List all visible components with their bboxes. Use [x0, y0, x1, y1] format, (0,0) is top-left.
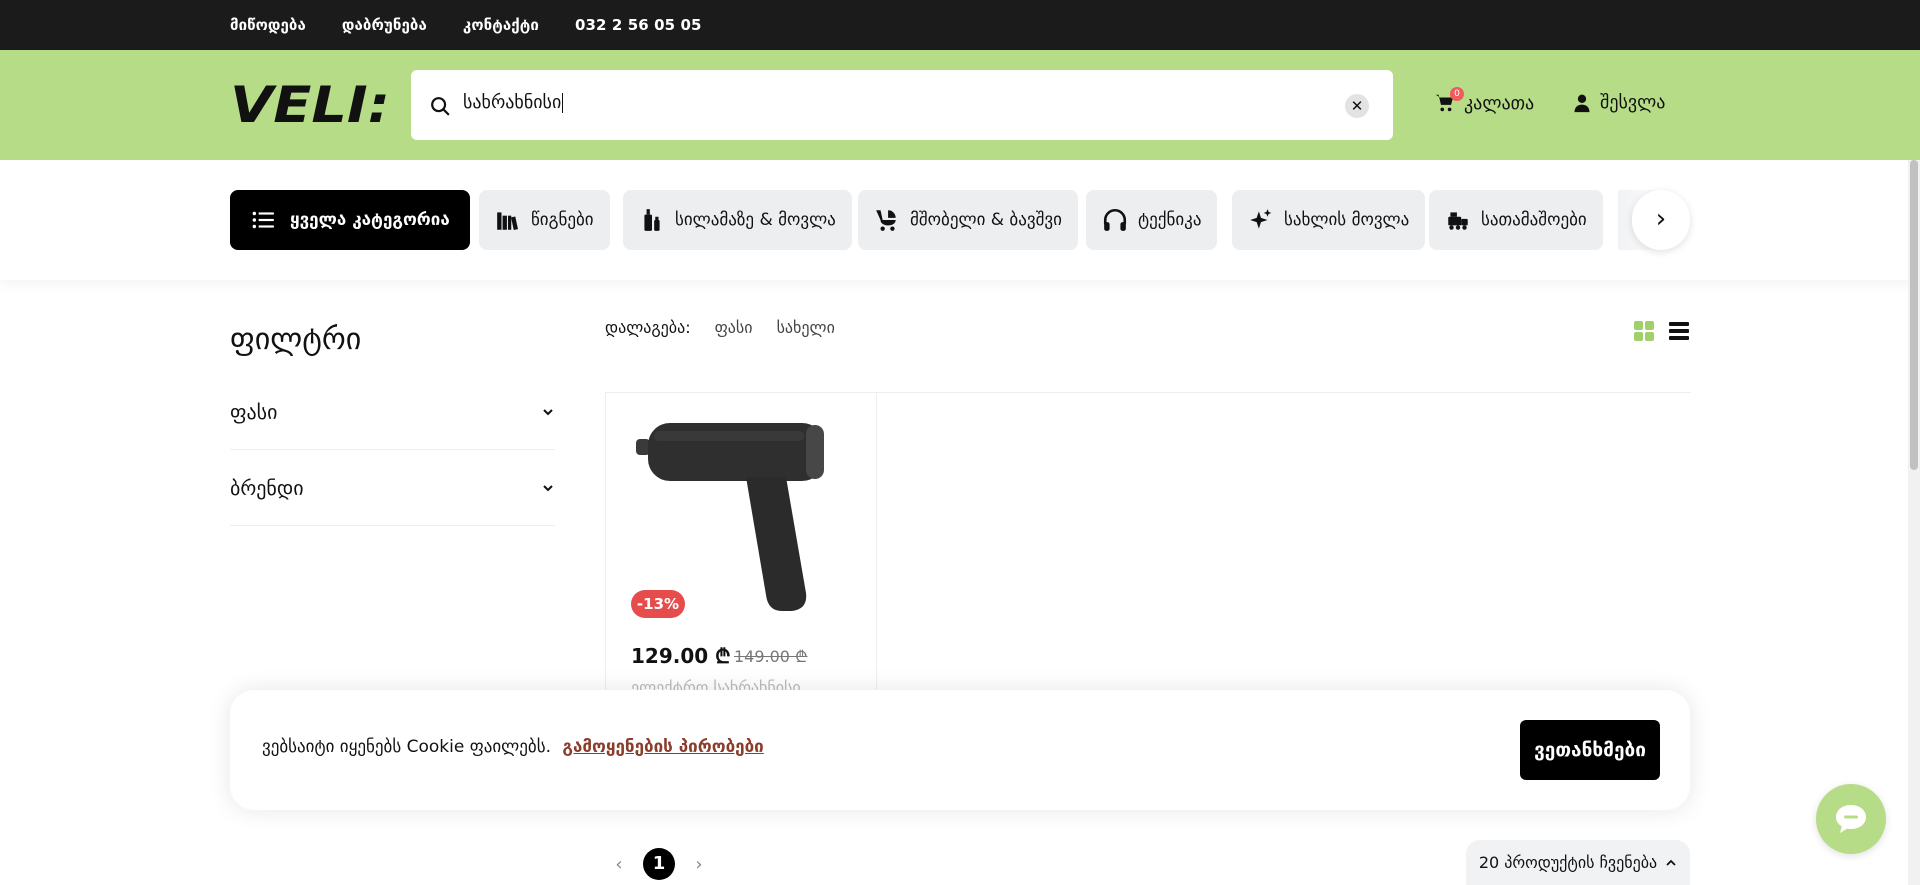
category-label: მშობელი & ბავშვი — [910, 210, 1062, 230]
cart-button[interactable]: 0 კალათა — [1434, 87, 1535, 114]
category-books[interactable]: წიგნები — [479, 190, 610, 250]
list-view-icon[interactable] — [1668, 320, 1690, 342]
cart-label: კალათა — [1464, 92, 1535, 114]
stroller-icon — [876, 210, 896, 231]
sort-bar: დალაგება: ფასი სახელი — [605, 318, 835, 337]
per-page-label: 20 პროდუქტის ჩვენება — [1478, 853, 1658, 872]
returns-link[interactable]: დაბრუნება — [342, 16, 427, 34]
contact-link[interactable]: კონტაქტი — [463, 16, 539, 34]
cookie-text-wrapper: ვებსაიტი იყენებს Cookie ფაილებს. გამოყენ… — [262, 737, 764, 757]
category-beauty[interactable]: სილამაზე & მოვლა — [623, 190, 852, 250]
filter-price-label: ფასი — [230, 399, 278, 424]
product-price: 129.00 ₾ — [631, 644, 731, 668]
chevron-down-icon — [543, 408, 553, 415]
category-label: სახლის მოვლა — [1284, 210, 1410, 230]
terms-link[interactable]: გამოყენების პირობები — [562, 737, 763, 757]
category-label: წიგნები — [531, 210, 594, 230]
all-categories-label: ყველა კატეგორია — [290, 210, 450, 230]
cosmetics-icon — [644, 209, 660, 231]
chevron-down-icon — [543, 484, 553, 491]
page-scrollbar[interactable] — [1908, 160, 1920, 885]
category-label: სათამაშოები — [1481, 210, 1587, 230]
grid-view-icon[interactable] — [1633, 320, 1655, 342]
cart-count-badge: 0 — [1450, 87, 1464, 101]
search-bar[interactable]: სახრახნისი ✕ — [411, 70, 1393, 140]
login-button[interactable]: შესვლა — [1572, 92, 1665, 113]
phone-link[interactable]: 032 2 56 05 05 — [575, 16, 702, 34]
filter-title: ფილტრი — [230, 322, 362, 357]
sort-by-name[interactable]: სახელი — [777, 318, 835, 337]
top-links: მიწოდება დაბრუნება კონტაქტი 032 2 56 05 … — [230, 0, 702, 50]
filter-brand-label: ბრენდი — [230, 475, 304, 500]
svg-text:VELI:: VELI: — [230, 82, 390, 126]
search-input[interactable]: სახრახნისი — [463, 92, 564, 113]
category-electronics[interactable]: ტექნიკა — [1086, 190, 1218, 250]
filter-price-toggle[interactable]: ფასი — [230, 374, 555, 450]
discount-badge: -13% — [631, 590, 685, 618]
books-icon — [497, 212, 518, 231]
chevron-right-icon: › — [1655, 204, 1667, 234]
category-toys[interactable]: სათამაშოები — [1429, 190, 1603, 250]
sparkle-icon — [1250, 209, 1272, 229]
scrollbar-thumb[interactable] — [1910, 160, 1918, 470]
search-icon — [431, 97, 450, 116]
categories-next-button[interactable]: › — [1632, 190, 1690, 250]
per-page-select[interactable]: 20 პროდუქტის ჩვენება — [1466, 840, 1690, 885]
toy-train-icon — [1448, 212, 1468, 230]
chat-button[interactable] — [1816, 784, 1886, 854]
chevron-up-icon — [1666, 859, 1676, 866]
sort-by-price[interactable]: ფასი — [715, 318, 753, 337]
veli-logo[interactable]: VELI: — [230, 82, 396, 126]
current-page[interactable]: 1 — [643, 848, 675, 880]
login-label: შესვლა — [1600, 92, 1666, 113]
cart-icon: 0 — [1434, 87, 1464, 114]
chat-icon — [1836, 805, 1866, 833]
sort-label: დალაგება: — [605, 318, 691, 337]
user-icon — [1574, 94, 1590, 112]
product-old-price: 149.00 ₾ — [734, 647, 808, 666]
all-categories-button[interactable]: ყველა კატეგორია — [230, 190, 470, 250]
list-icon — [252, 211, 274, 229]
filter-brand-toggle[interactable]: ბრენდი — [230, 450, 555, 526]
category-home-care[interactable]: სახლის მოვლა — [1232, 190, 1426, 250]
accept-cookies-button[interactable]: ვეთანხმები — [1520, 720, 1660, 780]
delivery-link[interactable]: მიწოდება — [230, 16, 306, 34]
pagination: ‹ 1 › — [605, 848, 713, 880]
clear-search-icon[interactable]: ✕ — [1345, 94, 1369, 118]
cookie-text: ვებსაიტი იყენებს Cookie ფაილებს. — [262, 737, 551, 757]
category-label: ტექნიკა — [1138, 210, 1202, 230]
cookie-banner: ვებსაიტი იყენებს Cookie ფაილებს. გამოყენ… — [230, 690, 1690, 810]
prev-page-icon[interactable]: ‹ — [605, 854, 633, 875]
headphones-icon — [1103, 208, 1127, 231]
category-parent-child[interactable]: მშობელი & ბავშვი — [858, 190, 1078, 250]
category-label: სილამაზე & მოვლა — [675, 210, 836, 230]
top-bar: მიწოდება დაბრუნება კონტაქტი 032 2 56 05 … — [0, 0, 1920, 50]
next-page-icon[interactable]: › — [685, 854, 713, 875]
